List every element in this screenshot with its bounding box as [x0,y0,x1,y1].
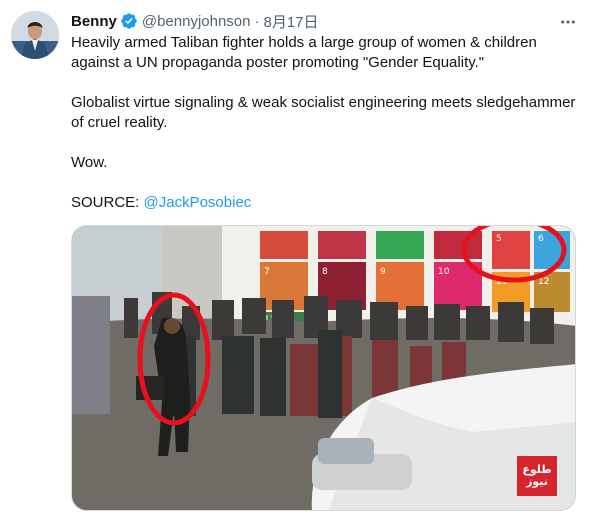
poster-tile-label: 6 [538,234,544,244]
tweet-text-line: Wow. [71,154,108,171]
poster-tile [260,231,308,259]
avatar[interactable] [11,11,59,59]
tweet-date[interactable]: 8月17日 [263,11,318,32]
tolo-news-logo: طلوع نیوز [517,456,557,496]
more-dots-icon [561,20,575,24]
separator-dot: · [254,12,260,30]
tweet-header: Benny @bennyjohnson · 8月17日 [71,10,319,32]
user-handle[interactable]: @bennyjohnson [142,13,251,30]
avatar-image [11,11,59,59]
poster-tile-label: 8 [322,267,328,277]
tweet: Benny @bennyjohnson · 8月17日 Heavily arme… [0,0,596,523]
tweet-text-line: Heavily armed Taliban fighter holds a la… [71,34,537,71]
poster-tile-label: 10 [438,267,450,277]
more-options-button[interactable] [556,10,580,34]
poster-tile-label: 12 [538,277,549,287]
display-name[interactable]: Benny [71,13,117,30]
poster-tile [318,231,366,259]
media-image: 7 8 9 10 11 12 13 5 6 [72,226,575,510]
source-link[interactable]: @JackPosobiec [144,194,252,211]
source-line: SOURCE: @JackPosobiec [71,193,576,213]
tweet-text-line: Globalist virtue signaling & weak social… [71,94,576,131]
poster-tile-label: 7 [264,267,270,277]
tweet-media[interactable]: 7 8 9 10 11 12 13 5 6 طلوع نیوز [71,225,576,511]
poster-tile-label: 5 [496,234,502,244]
poster-tile [434,231,482,259]
poster-tile-label: 9 [380,267,386,277]
verified-badge-icon [121,13,137,29]
poster-tile [376,231,424,259]
source-label: SOURCE: [71,194,144,211]
tweet-text: Heavily armed Taliban fighter holds a la… [71,33,576,213]
